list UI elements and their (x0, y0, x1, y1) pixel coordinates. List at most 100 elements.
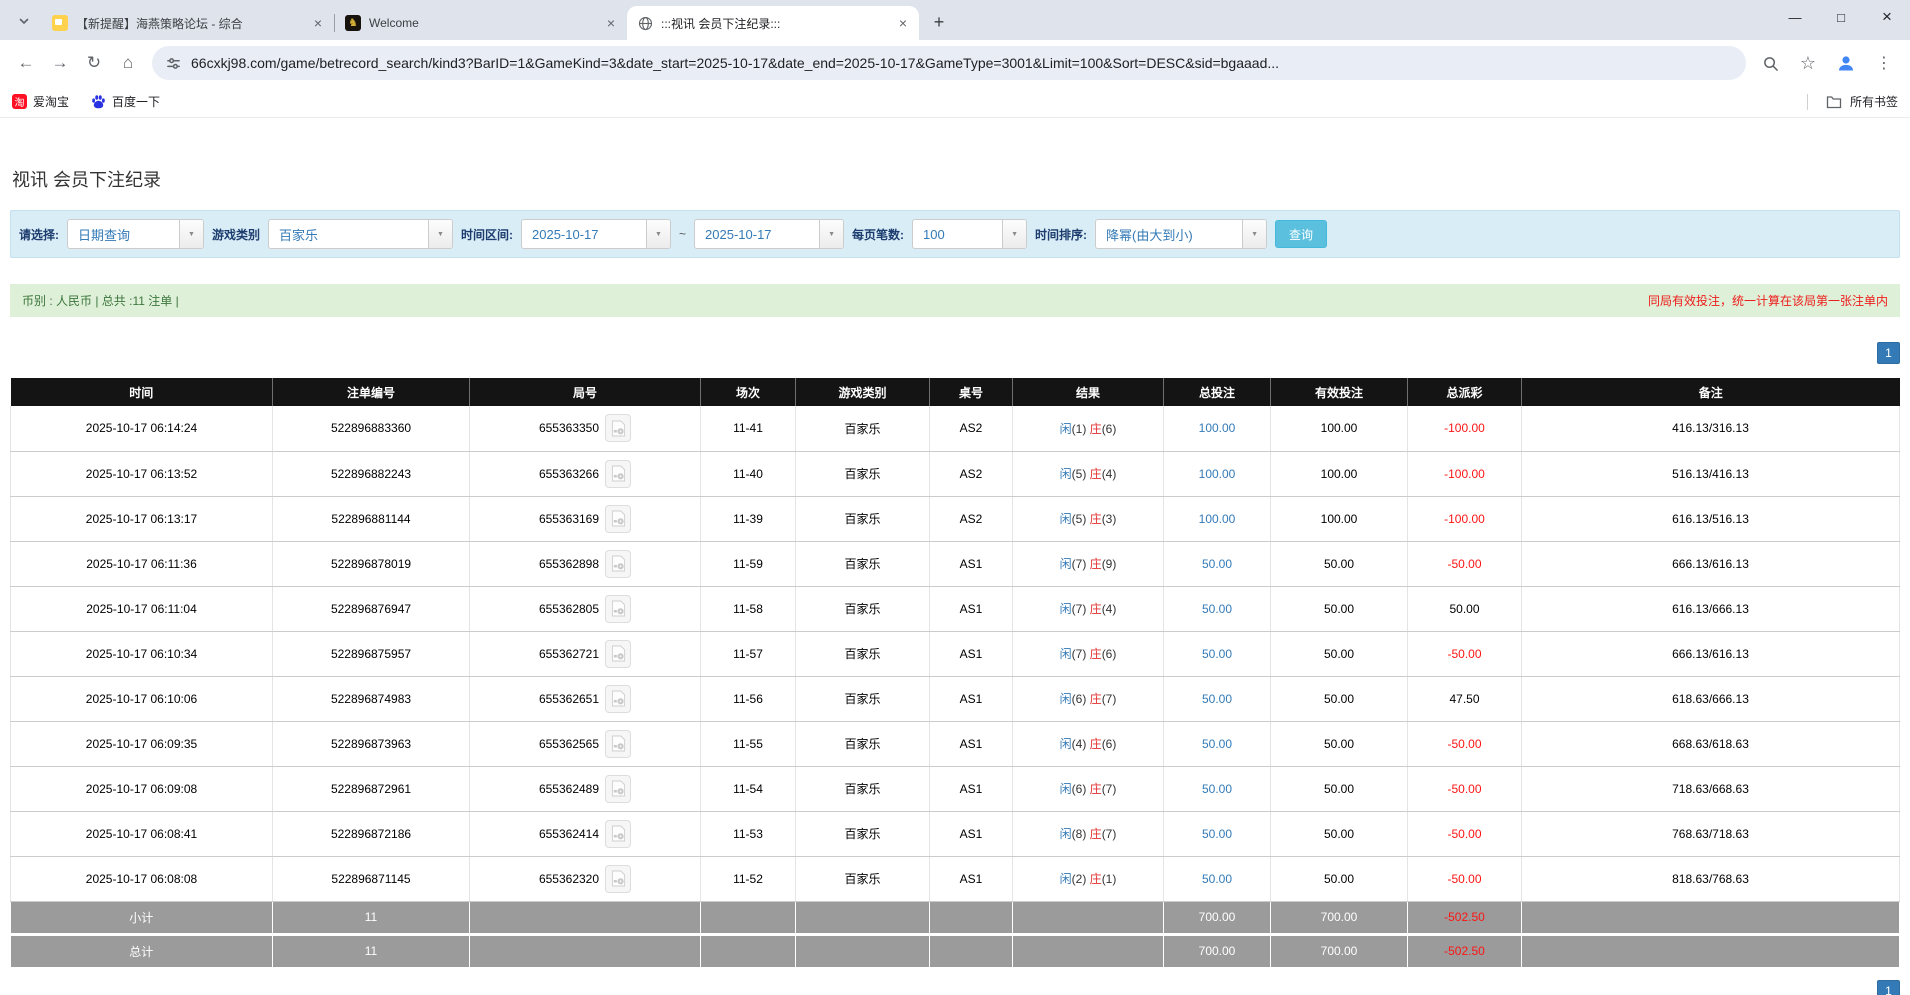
cell-total-bet[interactable]: 50.00 (1164, 586, 1271, 631)
zoom-icon[interactable] (1754, 47, 1786, 79)
cell-note: 416.13/316.13 (1522, 406, 1900, 451)
table-row: 2025-10-17 06:10:06522896874983655362651… (11, 676, 1900, 721)
page-1-button[interactable]: 1 (1877, 980, 1900, 995)
cell-total-bet[interactable]: 100.00 (1164, 406, 1271, 451)
folder-icon (1826, 95, 1842, 109)
cell-session: 11-57 (701, 631, 796, 676)
cell-round-id: 655362805 (470, 586, 701, 631)
cell-table-no: AS2 (930, 451, 1013, 496)
info-bar: 币别 : 人民币 | 总共 :11 注单 | 同局有效投注，统一计算在该局第一张… (10, 284, 1900, 317)
dropdown-value: 2025-10-17 (522, 220, 646, 248)
result-player-count: (5) (1072, 467, 1087, 481)
query-mode-dropdown[interactable]: 日期查询 ▼ (67, 219, 204, 249)
home-button[interactable]: ⌂ (112, 47, 144, 79)
cell-valid-bet: 100.00 (1271, 496, 1408, 541)
cell-time: 2025-10-17 06:13:52 (11, 451, 273, 496)
date-end-dropdown[interactable]: 2025-10-17 ▼ (694, 219, 844, 249)
cell-time: 2025-10-17 06:11:04 (11, 586, 273, 631)
tab-bet-records-active[interactable]: :::视讯 会员下注纪录::: × (627, 6, 919, 40)
video-replay-icon[interactable] (605, 685, 631, 713)
maximize-button[interactable]: □ (1818, 0, 1864, 34)
column-header: 场次 (701, 378, 796, 406)
cell-valid-bet: 50.00 (1271, 586, 1408, 631)
new-tab-button[interactable]: + (925, 8, 953, 36)
table-row: 2025-10-17 06:11:36522896878019655362898… (11, 541, 1900, 586)
cell-payout: 47.50 (1408, 676, 1522, 721)
video-replay-icon[interactable] (605, 730, 631, 758)
tab-search-button[interactable] (10, 7, 38, 35)
result-banker: 庄 (1090, 872, 1102, 886)
cell-total-bet[interactable]: 50.00 (1164, 811, 1271, 856)
cell-session: 11-54 (701, 766, 796, 811)
round-id: 655362805 (539, 602, 599, 616)
all-bookmarks[interactable]: 所有书签 (1807, 93, 1898, 110)
cell-bet-id: 522896872961 (273, 766, 470, 811)
tab-forum[interactable]: 【新提醒】海燕策略论坛 - 综合 × (42, 6, 334, 40)
cell-session: 11-56 (701, 676, 796, 721)
url-text[interactable]: 66cxkj98.com/game/betrecord_search/kind3… (191, 55, 1279, 71)
chevron-down-icon[interactable]: ▼ (179, 220, 203, 248)
tab-welcome[interactable]: ♞ Welcome × (335, 6, 627, 40)
video-replay-icon[interactable] (605, 865, 631, 893)
cell-total-bet[interactable]: 50.00 (1164, 676, 1271, 721)
back-button[interactable]: ← (10, 47, 42, 79)
result-banker: 庄 (1090, 647, 1102, 661)
round-id: 655362565 (539, 737, 599, 751)
chevron-down-icon[interactable]: ▼ (428, 220, 452, 248)
bookmark-baidu[interactable]: 百度一下 (91, 93, 160, 110)
result-banker-count: (4) (1102, 602, 1117, 616)
game-type-dropdown[interactable]: 百家乐 ▼ (268, 219, 453, 249)
cell-table-no: AS1 (930, 631, 1013, 676)
profile-avatar[interactable] (1830, 47, 1862, 79)
result-banker-count: (6) (1102, 422, 1117, 436)
cell-total-bet[interactable]: 50.00 (1164, 631, 1271, 676)
site-info-icon[interactable] (166, 56, 181, 71)
cell-valid-bet: 100.00 (1271, 406, 1408, 451)
cell-round-id: 655363350 (470, 406, 701, 451)
cell-round-id: 655363169 (470, 496, 701, 541)
video-replay-icon[interactable] (605, 595, 631, 623)
cell-total-bet[interactable]: 50.00 (1164, 856, 1271, 901)
tab-close-icon[interactable]: × (895, 15, 911, 31)
cell-total-bet[interactable]: 50.00 (1164, 766, 1271, 811)
video-replay-icon[interactable] (605, 550, 631, 578)
video-replay-icon[interactable] (605, 820, 631, 848)
cell-total-bet[interactable]: 50.00 (1164, 721, 1271, 766)
chevron-down-icon[interactable]: ▼ (1002, 220, 1026, 248)
total-payout: -502.50 (1408, 934, 1522, 967)
result-banker: 庄 (1090, 422, 1102, 436)
cell-payout: 50.00 (1408, 586, 1522, 631)
cell-session: 11-52 (701, 856, 796, 901)
minimize-button[interactable]: — (1772, 0, 1818, 34)
cell-total-bet[interactable]: 100.00 (1164, 496, 1271, 541)
globe-icon (637, 15, 653, 31)
reload-button[interactable]: ↻ (78, 47, 110, 79)
video-replay-icon[interactable] (605, 505, 631, 533)
menu-kebab-icon[interactable]: ⋮ (1868, 47, 1900, 79)
chevron-down-icon[interactable]: ▼ (819, 220, 843, 248)
dropdown-value: 日期查询 (68, 220, 179, 248)
forward-button[interactable]: → (44, 47, 76, 79)
cell-note: 668.63/618.63 (1522, 721, 1900, 766)
page-size-dropdown[interactable]: 100 ▼ (912, 219, 1027, 249)
video-replay-icon[interactable] (605, 775, 631, 803)
cell-total-bet[interactable]: 50.00 (1164, 541, 1271, 586)
cell-table-no: AS1 (930, 766, 1013, 811)
search-button[interactable]: 查询 (1275, 220, 1327, 248)
tab-close-icon[interactable]: × (310, 15, 326, 31)
tab-close-icon[interactable]: × (603, 15, 619, 31)
chevron-down-icon[interactable]: ▼ (1242, 220, 1266, 248)
page-1-button[interactable]: 1 (1877, 342, 1900, 364)
bookmark-star-icon[interactable]: ☆ (1792, 47, 1824, 79)
sort-dropdown[interactable]: 降幂(由大到小) ▼ (1095, 219, 1267, 249)
bookmark-taobao[interactable]: 淘 爱淘宝 (12, 93, 69, 110)
date-start-dropdown[interactable]: 2025-10-17 ▼ (521, 219, 671, 249)
close-button[interactable]: × (1864, 0, 1910, 34)
video-replay-icon[interactable] (605, 460, 631, 488)
chevron-down-icon[interactable]: ▼ (646, 220, 670, 248)
cell-result: 闲(5) 庄(4) (1013, 451, 1164, 496)
address-bar[interactable]: 66cxkj98.com/game/betrecord_search/kind3… (152, 46, 1746, 80)
video-replay-icon[interactable] (605, 640, 631, 668)
video-replay-icon[interactable] (605, 414, 631, 442)
cell-total-bet[interactable]: 100.00 (1164, 451, 1271, 496)
